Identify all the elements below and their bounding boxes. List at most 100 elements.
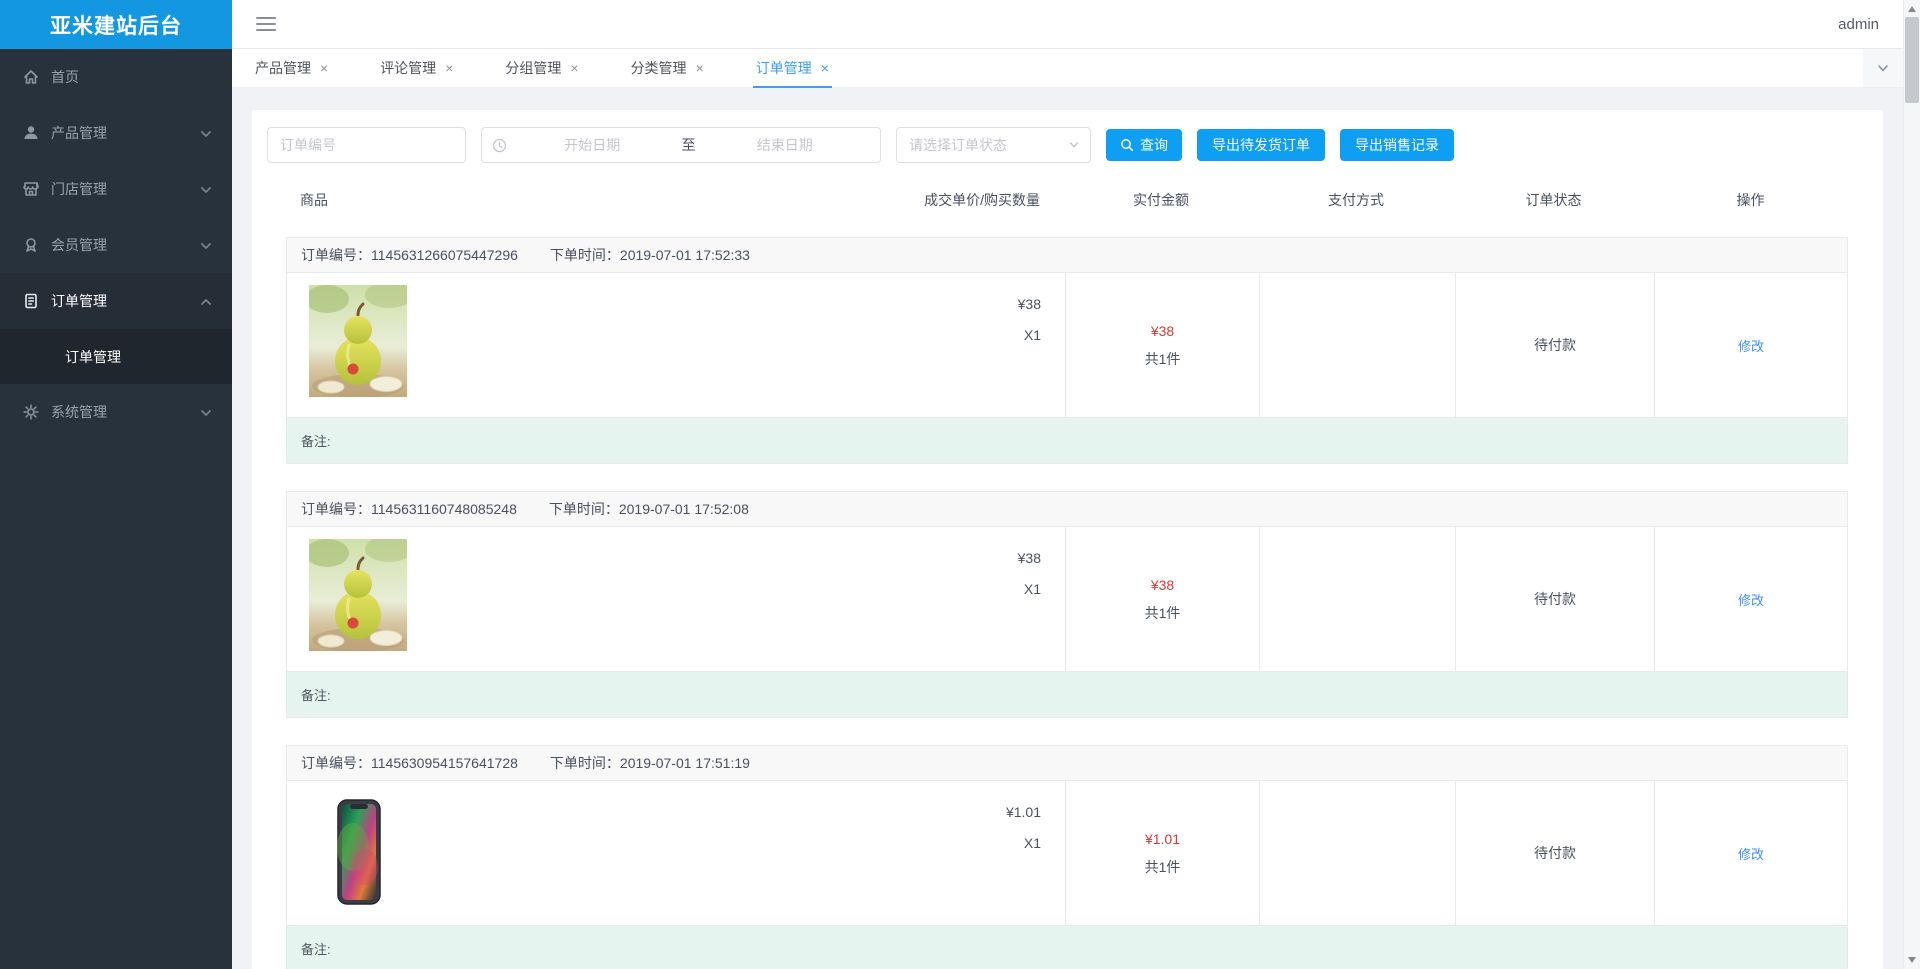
order-table-header: 商品 成交单价/购买数量 实付金额 支付方式 订单状态 操作: [286, 163, 1848, 237]
item-count: 共1件: [1144, 859, 1181, 875]
product-cell: ¥38 X1: [287, 273, 1065, 417]
sidebar-subitem-order-management[interactable]: 订单管理: [0, 329, 232, 384]
date-separator: 至: [681, 137, 696, 153]
chevron-down-icon: [200, 239, 212, 251]
paid-amount: ¥38: [1150, 577, 1175, 593]
member-badge-icon: [22, 236, 40, 254]
tab-category-management[interactable]: 分类管理 ×: [628, 49, 707, 87]
sidebar-item-members[interactable]: 会员管理: [0, 217, 232, 273]
scroll-up-arrow-icon[interactable]: [1908, 6, 1916, 12]
main-area: admin 产品管理 × 评论管理 × 分组管理 × 分类管理 × 订单管理 ×: [232, 0, 1903, 969]
order-note-row: 备注:: [287, 671, 1847, 717]
paid-amount-cell: ¥38 共1件: [1065, 273, 1259, 417]
close-icon[interactable]: ×: [445, 61, 453, 75]
order-time-label: 下单时间：: [549, 247, 620, 263]
tab-label: 分组管理: [505, 60, 562, 76]
start-date-placeholder[interactable]: 开始日期: [507, 135, 678, 155]
order-note-row: 备注:: [287, 417, 1847, 463]
product-cell: ¥38 X1: [287, 527, 1065, 671]
gear-icon: [22, 403, 40, 421]
filter-row: 开始日期 至 结束日期 请选择订单状态 查询 导出待发货订单: [252, 110, 1883, 163]
sidebar-item-label: 产品管理: [51, 125, 107, 141]
vertical-scrollbar[interactable]: [1903, 0, 1920, 969]
chevron-down-icon: [1878, 65, 1888, 72]
quantity: X1: [1023, 835, 1041, 851]
unit-price: ¥1.01: [1005, 804, 1041, 820]
note-label: 备注:: [301, 942, 331, 957]
sidebar-item-products[interactable]: 产品管理: [0, 105, 232, 161]
paid-amount-cell: ¥1.01 共1件: [1065, 781, 1259, 925]
order-status: 待付款: [1534, 337, 1576, 353]
order-status-cell: 待付款: [1455, 527, 1654, 671]
order-card-body: ¥1.01 X1 ¥1.01 共1件 待付款 修改: [287, 781, 1847, 925]
item-count: 共1件: [1144, 605, 1181, 621]
app-logo: 亚米建站后台: [0, 0, 232, 49]
scroll-down-arrow-icon[interactable]: [1908, 957, 1916, 963]
order-card-header: 订单编号： 1145630954157641728 下单时间： 2019-07-01…: [287, 746, 1847, 781]
sidebar-item-system[interactable]: 系统管理: [0, 384, 232, 440]
modify-link[interactable]: 修改: [1738, 844, 1764, 863]
order-number-label: 订单编号：: [301, 501, 371, 517]
user-icon: [22, 124, 40, 142]
order-status: 待付款: [1534, 845, 1576, 861]
order-panel: 开始日期 至 结束日期 请选择订单状态 查询 导出待发货订单: [252, 110, 1883, 969]
close-icon[interactable]: ×: [320, 61, 328, 75]
order-status-select[interactable]: 请选择订单状态: [896, 127, 1091, 163]
sidebar-item-home[interactable]: 首页: [0, 49, 232, 105]
search-icon: [1120, 138, 1134, 152]
order-note-row: 备注:: [287, 925, 1847, 969]
clock-icon: [492, 138, 507, 152]
tab-group-management[interactable]: 分组管理 ×: [502, 49, 581, 87]
modify-link[interactable]: 修改: [1738, 590, 1764, 609]
hamburger-menu-icon[interactable]: [256, 17, 276, 31]
tab-order-management[interactable]: 订单管理 ×: [752, 49, 833, 88]
search-button[interactable]: 查询: [1106, 129, 1182, 161]
actions-cell: 修改: [1654, 273, 1847, 417]
sidebar-group-orders: 订单管理 订单管理: [0, 273, 232, 384]
export-pending-orders-button[interactable]: 导出待发货订单: [1197, 129, 1325, 161]
unit-price-qty: ¥38 X1: [1018, 289, 1065, 351]
close-icon[interactable]: ×: [696, 61, 704, 75]
chevron-down-icon: [200, 406, 212, 418]
tab-product-management[interactable]: 产品管理 ×: [252, 49, 331, 87]
order-card: 订单编号： 1145631160748085248 下单时间： 2019-07-01…: [286, 491, 1848, 718]
order-time-value: 2019-07-01 17:52:33: [619, 247, 750, 263]
product-image-pear[interactable]: [305, 536, 413, 654]
close-icon[interactable]: ×: [821, 61, 829, 75]
unit-price-qty: ¥38 X1: [1018, 543, 1065, 605]
unit-price: ¥38: [1017, 296, 1041, 312]
column-header-pay-method: 支付方式: [1328, 192, 1384, 208]
sidebar-item-label: 订单管理: [51, 293, 107, 309]
order-number-value: 1145631160748085248: [371, 501, 517, 517]
order-number-value: 1145631266075447296: [371, 247, 518, 263]
order-time-value: 2019-07-01 17:51:19: [619, 755, 750, 771]
note-label: 备注:: [301, 434, 331, 449]
product-image-pear[interactable]: [305, 282, 413, 400]
sidebar-item-label: 系统管理: [51, 404, 107, 420]
export-sales-records-button[interactable]: 导出销售记录: [1340, 129, 1454, 161]
close-icon[interactable]: ×: [570, 61, 578, 75]
current-user[interactable]: admin: [1838, 16, 1879, 33]
scrollbar-thumb[interactable]: [1905, 17, 1919, 103]
order-status-placeholder: 请选择订单状态: [909, 137, 1007, 153]
tab-label: 评论管理: [380, 60, 437, 76]
sidebar-item-orders[interactable]: 订单管理: [0, 273, 232, 329]
order-number-value: 1145630954157641728: [371, 755, 518, 771]
pay-method-cell: [1259, 781, 1455, 925]
pay-method-cell: [1259, 527, 1455, 671]
order-time-label: 下单时间：: [548, 501, 619, 517]
end-date-placeholder[interactable]: 结束日期: [700, 135, 871, 155]
sidebar-item-label: 门店管理: [51, 181, 107, 197]
note-label: 备注:: [301, 688, 331, 703]
order-number-input[interactable]: [267, 127, 466, 163]
modify-link[interactable]: 修改: [1738, 336, 1764, 355]
chevron-up-icon: [200, 295, 212, 307]
tab-list-dropdown-button[interactable]: [1863, 49, 1903, 87]
paid-amount: ¥38: [1150, 323, 1175, 339]
product-image-iphone[interactable]: [319, 797, 399, 910]
sidebar-item-stores[interactable]: 门店管理: [0, 161, 232, 217]
date-range-picker[interactable]: 开始日期 至 结束日期: [481, 127, 881, 163]
order-document-icon: [22, 292, 40, 310]
unit-price: ¥38: [1017, 550, 1041, 566]
tab-comment-management[interactable]: 评论管理 ×: [377, 49, 456, 87]
